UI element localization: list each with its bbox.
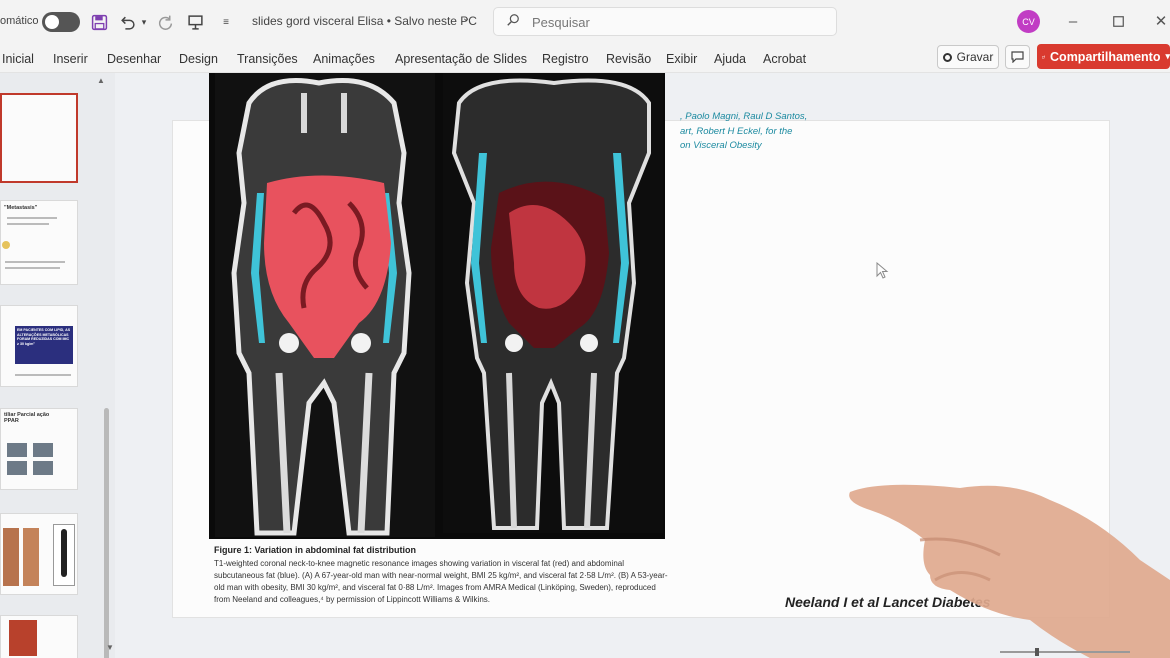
slide-thumbnail-1[interactable] [0,93,78,183]
tab-inicial[interactable]: Inicial [2,52,34,66]
toggle-knob [45,15,59,29]
maximize-icon[interactable] [1107,10,1129,32]
close-icon[interactable]: ✕ [1150,10,1170,32]
mri-figure-image[interactable] [209,73,665,539]
save-icon[interactable] [89,12,109,32]
tab-animacoes[interactable]: Animações [313,52,375,66]
powerpoint-window: omático ▾ ≡ slides gord visceral Elisa •… [0,0,1170,658]
present-from-start-icon[interactable] [185,12,205,32]
share-label: Compartilhamento [1050,49,1161,64]
thumb-6-image [9,620,37,656]
thumb-line [7,217,57,219]
tab-revisao[interactable]: Revisão [606,52,651,66]
thumb-4-image [7,461,27,475]
slide-thumbnail-5[interactable] [0,513,78,595]
comment-icon [1011,51,1024,63]
thumb-decoration [2,241,10,249]
thumb-3-banner: EM PACIENTES COM LIPID, AS ALTERAÇÕES ME… [15,326,73,364]
pointing-hand [849,484,1170,658]
tab-desenhar[interactable]: Desenhar [107,52,161,66]
figure-caption-title: Figure 1: Variation in abdominal fat dis… [214,545,417,555]
share-chevron-down-icon: ▾ [1165,51,1170,61]
tab-transicoes[interactable]: Transições [237,52,298,66]
search-placeholder: Pesquisar [532,15,590,30]
author-list: , Paolo Magni, Raul D Santos, art, Rober… [680,110,807,154]
author-line: art, Robert H Eckel, for the [680,125,793,137]
thumb-line [15,374,71,376]
author-line: , Paolo Magni, Raul D Santos, [680,111,808,122]
title-chevron-down-icon[interactable]: ⌄ [462,13,470,24]
author-line: on Visceral Obesity [680,140,762,151]
slide-thumbnail-3[interactable]: EM PACIENTES COM LIPID, AS ALTERAÇÕES ME… [0,305,78,387]
thumb-4-image [7,443,27,457]
panel-scroll-up-icon[interactable]: ▲ [97,76,105,85]
undo-icon[interactable] [117,12,137,32]
mri-panel-a [215,73,435,537]
minimize-icon[interactable]: – [1062,10,1084,32]
search-icon [507,14,519,26]
tab-registro[interactable]: Registro [542,52,589,66]
slide-thumbnail-4[interactable]: tiliar Parcial ação PPAR [0,408,78,490]
thumb-line [7,223,49,225]
mouse-pointer-icon [876,262,889,279]
zoom-slider-thumb[interactable] [1035,648,1039,656]
tab-apresentacao[interactable]: Apresentação de Slides [395,52,527,66]
comments-button[interactable] [1005,45,1030,69]
slide-thumbnail-6[interactable] [0,615,78,658]
thumb-5-image [3,528,19,586]
thumb-line [5,261,65,263]
document-title[interactable]: slides gord visceral Elisa • Salvo neste… [252,14,477,28]
status-bar [640,648,1170,658]
tab-inserir[interactable]: Inserir [53,52,88,66]
search-box[interactable]: Pesquisar [493,7,837,36]
avatar[interactable]: CV [1017,10,1040,33]
record-icon [942,52,952,62]
share-icon [1042,55,1045,58]
customize-toolbar-icon[interactable]: ≡ [216,12,236,32]
tab-ajuda[interactable]: Ajuda [714,52,746,66]
autosave-toggle[interactable] [42,12,80,32]
share-button[interactable]: Compartilhamento ▾ [1037,44,1170,69]
slide-thumbnail-2[interactable]: "Metastasis" [0,200,78,285]
thumb-3-text: EM PACIENTES COM LIPID, AS ALTERAÇÕES ME… [17,328,71,346]
zoom-slider[interactable] [1000,651,1130,653]
thumb-4-title: tiliar Parcial ação PPAR [4,412,50,424]
thumb-2-title: "Metastasis" [4,205,38,211]
panel-scroll-down-icon[interactable]: ▼ [106,643,114,652]
panel-scrollbar[interactable] [104,408,109,658]
thumb-5-image [53,524,75,586]
thumb-5-figure [61,529,67,577]
tab-acrobat[interactable]: Acrobat [763,52,806,66]
figure-caption-body: T1-weighted coronal neck-to-knee magneti… [214,559,668,604]
redo-icon[interactable] [155,12,175,32]
mri-scans [209,73,665,539]
mri-panel-b [443,73,663,533]
tab-exibir[interactable]: Exibir [666,52,697,66]
thumb-5-image [23,528,39,586]
record-label: Gravar [956,50,994,64]
record-button[interactable]: Gravar [937,45,999,69]
thumb-4-image [33,461,53,475]
tab-design[interactable]: Design [179,52,218,66]
thumb-4-image [33,443,53,457]
autosave-label: omático [0,15,39,27]
undo-dropdown-icon[interactable]: ▾ [138,12,150,32]
slide-thumbnail-panel[interactable]: ▲ "Metastasis" EM PACIENTES COM LIPID, A… [0,73,115,658]
title-bar: omático ▾ ≡ slides gord visceral Elisa •… [0,0,1170,44]
thumb-line [5,267,60,269]
